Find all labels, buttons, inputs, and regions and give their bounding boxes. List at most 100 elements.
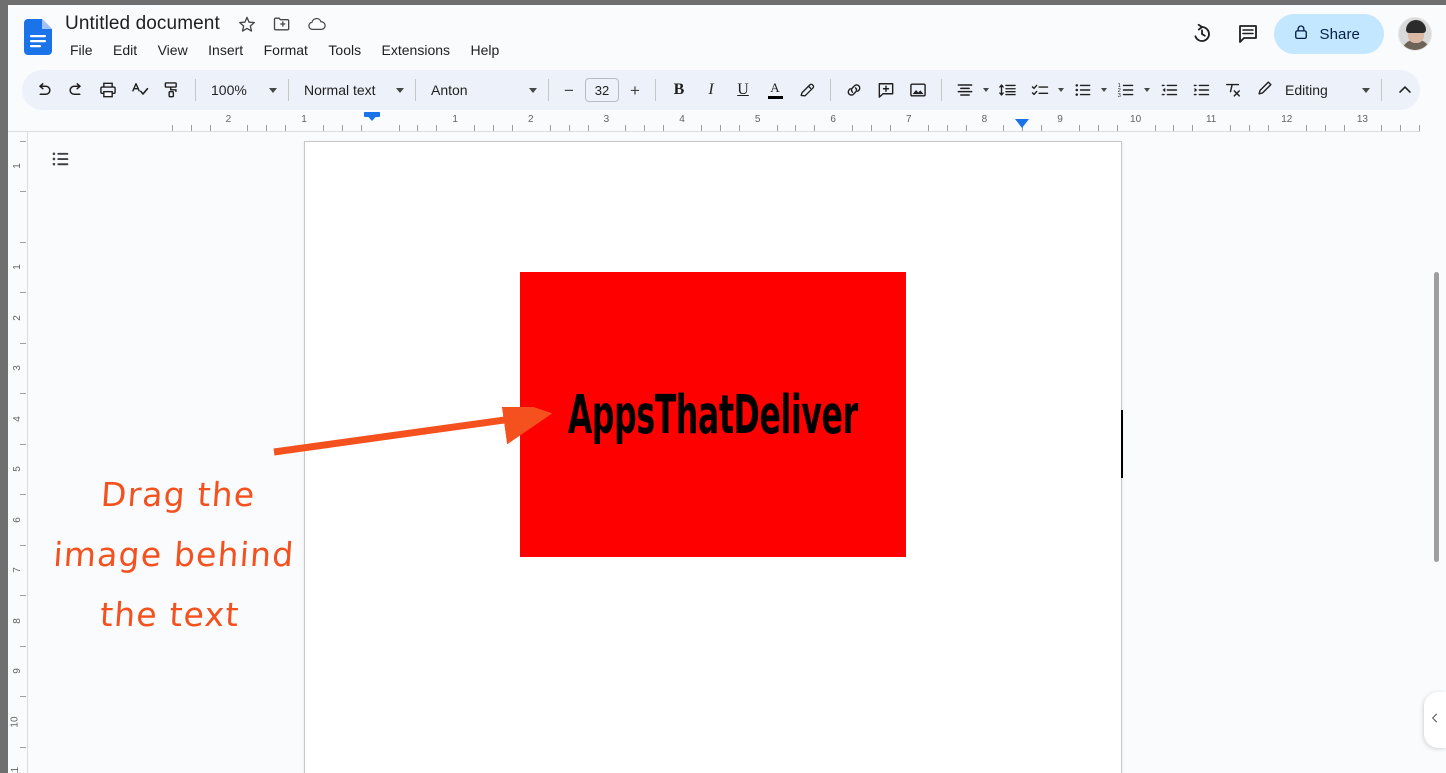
ruler-v-label: 4 xyxy=(12,415,24,422)
ruler-h-tick xyxy=(644,125,646,131)
google-docs-window: Untitled document File Edit View Insert … xyxy=(0,0,1446,773)
avatar[interactable] xyxy=(1398,17,1432,51)
menu-item-format[interactable]: Format xyxy=(256,38,316,62)
ruler-h-tick xyxy=(1305,125,1307,131)
left-indent-bar[interactable] xyxy=(363,112,380,117)
docs-file-icon[interactable] xyxy=(24,19,52,55)
document-title[interactable]: Untitled document xyxy=(62,10,223,38)
ruler-h-tick xyxy=(436,125,438,131)
ruler-h-label: 13 xyxy=(1356,114,1368,125)
menu-item-insert[interactable]: Insert xyxy=(200,38,251,62)
ruler-h-tick xyxy=(927,125,929,131)
paint-format-icon[interactable] xyxy=(157,75,187,105)
chevron-down-icon xyxy=(983,88,989,92)
ruler-h-label: 9 xyxy=(1057,114,1063,125)
chevron-down-icon xyxy=(529,87,537,93)
scroll-track[interactable] xyxy=(1427,132,1446,773)
bulleted-list-icon[interactable] xyxy=(1068,75,1098,105)
font-family-dropdown[interactable]: Anton xyxy=(423,75,541,105)
numbered-list-dropdown[interactable]: 1 2 3 xyxy=(1110,75,1153,105)
italic-button[interactable]: I xyxy=(696,75,726,105)
ruler-h-tick xyxy=(738,125,740,131)
editing-mode-dropdown[interactable]: Editing xyxy=(1249,75,1374,105)
menu-item-edit[interactable]: Edit xyxy=(105,38,145,62)
window-frame-left xyxy=(0,0,8,773)
ruler-h-label: 5 xyxy=(754,114,761,125)
increase-indent-icon[interactable] xyxy=(1186,75,1216,105)
add-comment-icon[interactable] xyxy=(871,75,901,105)
ruler-h-tick xyxy=(493,125,494,131)
menu-item-view[interactable]: View xyxy=(150,38,196,62)
collapse-side-panel-button[interactable] xyxy=(1424,692,1446,748)
ruler-v-label: 1 xyxy=(12,264,24,270)
ruler-h-tick xyxy=(700,125,702,131)
vertical-ruler[interactable]: 1 1 2 3 4 5 6 7 8 9 10 11 xyxy=(8,132,28,773)
vertical-scrollbar[interactable] xyxy=(1434,272,1439,562)
ruler-h-tick xyxy=(285,125,287,131)
menu-item-extensions[interactable]: Extensions xyxy=(374,38,458,62)
title-action-icons xyxy=(237,12,336,36)
menu-bar: File Edit View Insert Format Tools Exten… xyxy=(62,38,507,62)
star-icon[interactable] xyxy=(237,14,261,38)
spellcheck-icon[interactable] xyxy=(125,75,155,105)
paragraph-style-dropdown[interactable]: Normal text xyxy=(296,75,408,105)
chevron-down-icon xyxy=(1144,88,1150,92)
ruler-v-label: 8 xyxy=(12,617,24,624)
ruler-h-label: 12 xyxy=(1281,114,1293,125)
decrease-indent-icon[interactable] xyxy=(1154,75,1184,105)
title-block: Untitled document xyxy=(62,10,336,38)
ruler-v-tick xyxy=(20,746,26,748)
ruler-h-tick xyxy=(1343,125,1345,131)
text-color-button[interactable]: A xyxy=(760,75,790,105)
line-spacing-icon[interactable] xyxy=(993,75,1023,105)
show-document-outline-icon[interactable] xyxy=(43,141,79,177)
menu-item-tools[interactable]: Tools xyxy=(320,38,369,62)
increase-font-size-button[interactable]: + xyxy=(622,77,648,103)
right-indent-marker[interactable] xyxy=(1015,119,1029,128)
ruler-h-tick xyxy=(1419,125,1420,131)
menu-item-file[interactable]: File xyxy=(62,38,101,62)
ruler-h-tick xyxy=(360,125,362,131)
insert-link-icon[interactable] xyxy=(839,75,869,105)
bold-button[interactable]: B xyxy=(664,75,694,105)
ruler-v-tick xyxy=(20,696,26,698)
undo-icon[interactable] xyxy=(29,75,59,105)
align-dropdown[interactable] xyxy=(949,75,992,105)
italic-label: I xyxy=(708,81,714,98)
font-size-input[interactable]: 32 xyxy=(585,78,619,102)
numbered-list-icon[interactable]: 1 2 3 xyxy=(1111,75,1141,105)
move-to-folder-icon[interactable] xyxy=(272,14,296,38)
clear-formatting-icon[interactable] xyxy=(1218,75,1248,105)
font-size-stepper: − 32 + xyxy=(556,77,648,103)
version-history-icon[interactable] xyxy=(1182,14,1222,54)
ruler-h-tick xyxy=(965,125,967,131)
redo-icon[interactable] xyxy=(61,75,91,105)
ruler-v-tick xyxy=(20,443,26,445)
align-icon[interactable] xyxy=(950,75,980,105)
ruler-h-tick xyxy=(1097,125,1099,131)
checklist-icon[interactable] xyxy=(1025,75,1055,105)
ruler-h-tick xyxy=(417,125,419,131)
ruler-h-label: 2 xyxy=(528,114,534,125)
ruler-h-tick xyxy=(322,125,324,131)
horizontal-ruler[interactable]: 2 1 1 2 3 4 5 6 7 8 9 10 11 12 13 xyxy=(8,110,1420,132)
document-page[interactable]: AppsThatDeliver xyxy=(304,141,1123,773)
zoom-dropdown[interactable]: 100% xyxy=(203,75,281,105)
pencil-icon xyxy=(1255,78,1275,103)
insert-image-icon[interactable] xyxy=(903,75,933,105)
ruler-h-tick xyxy=(1003,125,1005,131)
checklist-dropdown[interactable] xyxy=(1024,75,1067,105)
underline-button[interactable]: U xyxy=(728,75,758,105)
print-icon[interactable] xyxy=(93,75,123,105)
ruler-v-label: 2 xyxy=(12,314,24,321)
menu-item-help[interactable]: Help xyxy=(462,38,507,62)
highlight-pen-icon[interactable] xyxy=(792,75,822,105)
comment-history-icon[interactable] xyxy=(1228,14,1268,54)
cloud-saved-icon[interactable] xyxy=(306,14,330,38)
red-image-block[interactable]: AppsThatDeliver xyxy=(520,272,1123,557)
share-button[interactable]: Share xyxy=(1274,14,1384,54)
collapse-toolbar-icon[interactable] xyxy=(1390,75,1420,105)
toolbar-divider xyxy=(415,79,416,101)
decrease-font-size-button[interactable]: − xyxy=(556,77,582,103)
bulleted-list-dropdown[interactable] xyxy=(1067,75,1110,105)
